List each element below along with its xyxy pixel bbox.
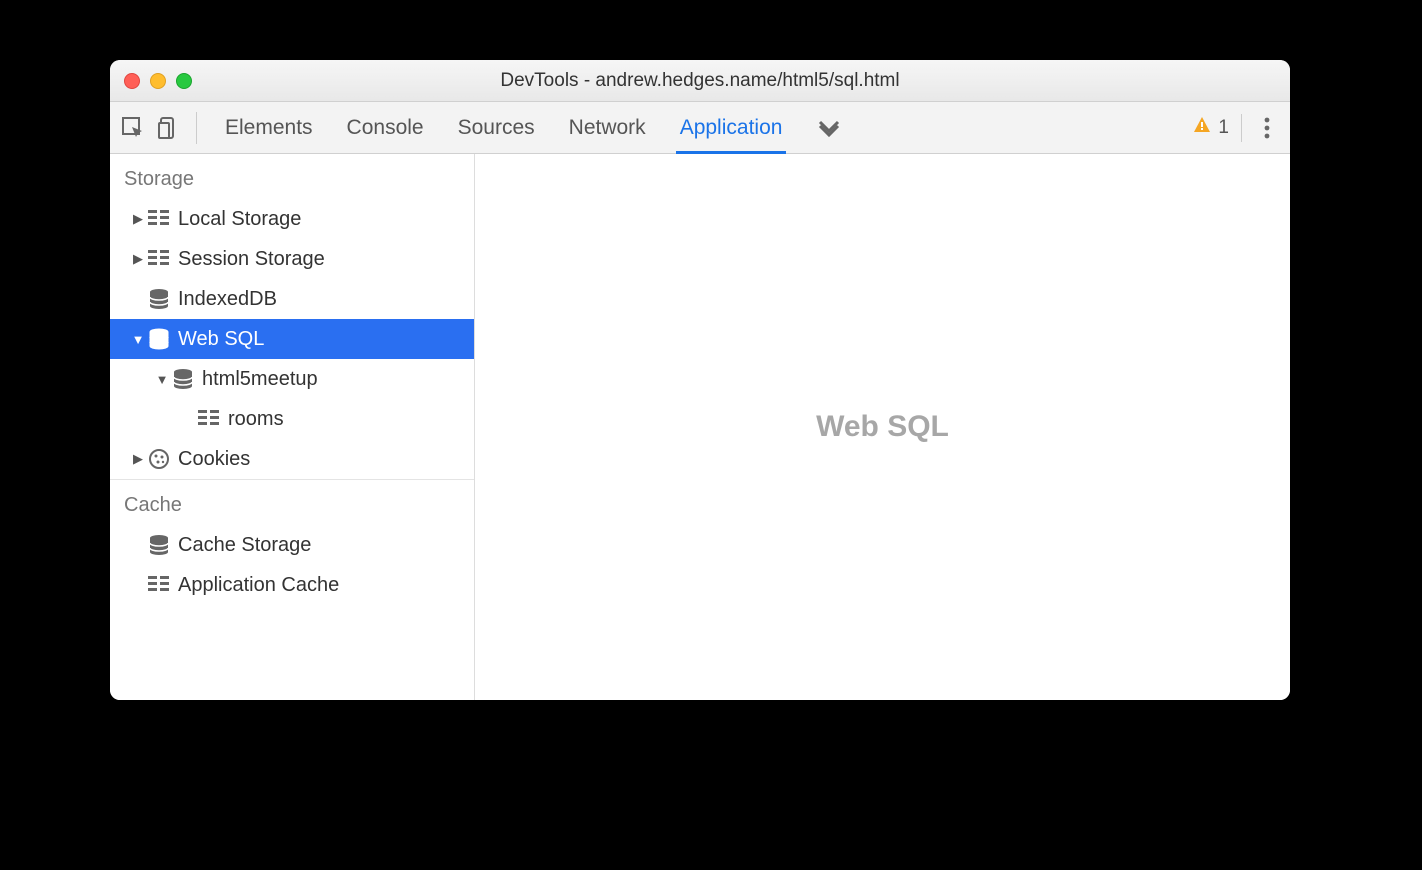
tab-sources[interactable]: Sources — [458, 102, 535, 153]
database-icon — [170, 368, 196, 390]
tab-network[interactable]: Network — [569, 102, 646, 153]
database-icon — [146, 534, 172, 556]
sidebar-item-cookies[interactable]: ▶ Cookies — [110, 439, 474, 479]
inspect-element-icon[interactable] — [120, 115, 146, 141]
sidebar-item-web-sql[interactable]: ▼ Web SQL — [110, 319, 474, 359]
sidebar-item-application-cache[interactable]: ▶ Application Cache — [110, 565, 474, 605]
window-title: DevTools - andrew.hedges.name/html5/sql.… — [110, 70, 1290, 92]
zoom-window-button[interactable] — [176, 73, 192, 89]
warnings-badge[interactable]: 1 — [1192, 114, 1242, 142]
storage-grid-icon — [146, 576, 172, 594]
titlebar: DevTools - andrew.hedges.name/html5/sql.… — [110, 60, 1290, 102]
sidebar-item-session-storage[interactable]: ▶ Session Storage — [110, 239, 474, 279]
sidebar-item-indexeddb[interactable]: ▶ IndexedDB — [110, 279, 474, 319]
sidebar-item-web-sql-table[interactable]: rooms — [110, 399, 474, 439]
minimize-window-button[interactable] — [150, 73, 166, 89]
tree-label: html5meetup — [202, 368, 318, 391]
tree-label: Cookies — [178, 448, 250, 471]
tree-label: Cache Storage — [178, 534, 311, 557]
tab-elements[interactable]: Elements — [225, 102, 313, 153]
sidebar-item-cache-storage[interactable]: ▶ Cache Storage — [110, 525, 474, 565]
tree-label: rooms — [228, 408, 284, 431]
body: Storage ▶ Local Storage ▶ Session Storag… — [110, 154, 1290, 700]
kebab-menu-button[interactable] — [1254, 117, 1280, 139]
tree-arrow-icon: ▶ — [130, 251, 146, 267]
database-icon — [146, 328, 172, 350]
toolbar: Elements Console Sources Network Applica… — [110, 102, 1290, 154]
tree-label: Session Storage — [178, 248, 325, 271]
tab-application[interactable]: Application — [680, 102, 783, 153]
storage-grid-icon — [146, 250, 172, 268]
sidebar-item-web-sql-database[interactable]: ▼ html5meetup — [110, 359, 474, 399]
table-grid-icon — [196, 410, 222, 428]
storage-grid-icon — [146, 210, 172, 228]
tree-arrow-icon: ▶ — [130, 211, 146, 227]
tree-arrow-icon: ▼ — [154, 372, 170, 387]
tab-strip: Elements Console Sources Network Applica… — [225, 102, 842, 153]
tree-arrow-icon: ▼ — [130, 332, 146, 347]
device-toolbar-icon[interactable] — [156, 115, 182, 141]
devtools-window: DevTools - andrew.hedges.name/html5/sql.… — [110, 60, 1290, 700]
tree-label: Application Cache — [178, 574, 339, 597]
tree-label: IndexedDB — [178, 288, 277, 311]
database-icon — [146, 288, 172, 310]
close-window-button[interactable] — [124, 73, 140, 89]
sidebar-item-local-storage[interactable]: ▶ Local Storage — [110, 199, 474, 239]
cookie-icon — [146, 448, 172, 470]
content-pane: Web SQL — [475, 154, 1290, 700]
sidebar: Storage ▶ Local Storage ▶ Session Storag… — [110, 154, 475, 700]
more-tabs-button[interactable] — [816, 102, 842, 153]
storage-section-header: Storage — [110, 154, 474, 199]
content-placeholder: Web SQL — [816, 410, 949, 444]
warning-icon — [1192, 115, 1212, 141]
cache-section-header: Cache — [110, 479, 474, 525]
tree-label: Local Storage — [178, 208, 301, 231]
tree-arrow-icon: ▶ — [130, 451, 146, 467]
warning-count: 1 — [1218, 117, 1229, 139]
tab-console[interactable]: Console — [347, 102, 424, 153]
tree-label: Web SQL — [178, 328, 264, 351]
traffic-lights — [124, 73, 192, 89]
